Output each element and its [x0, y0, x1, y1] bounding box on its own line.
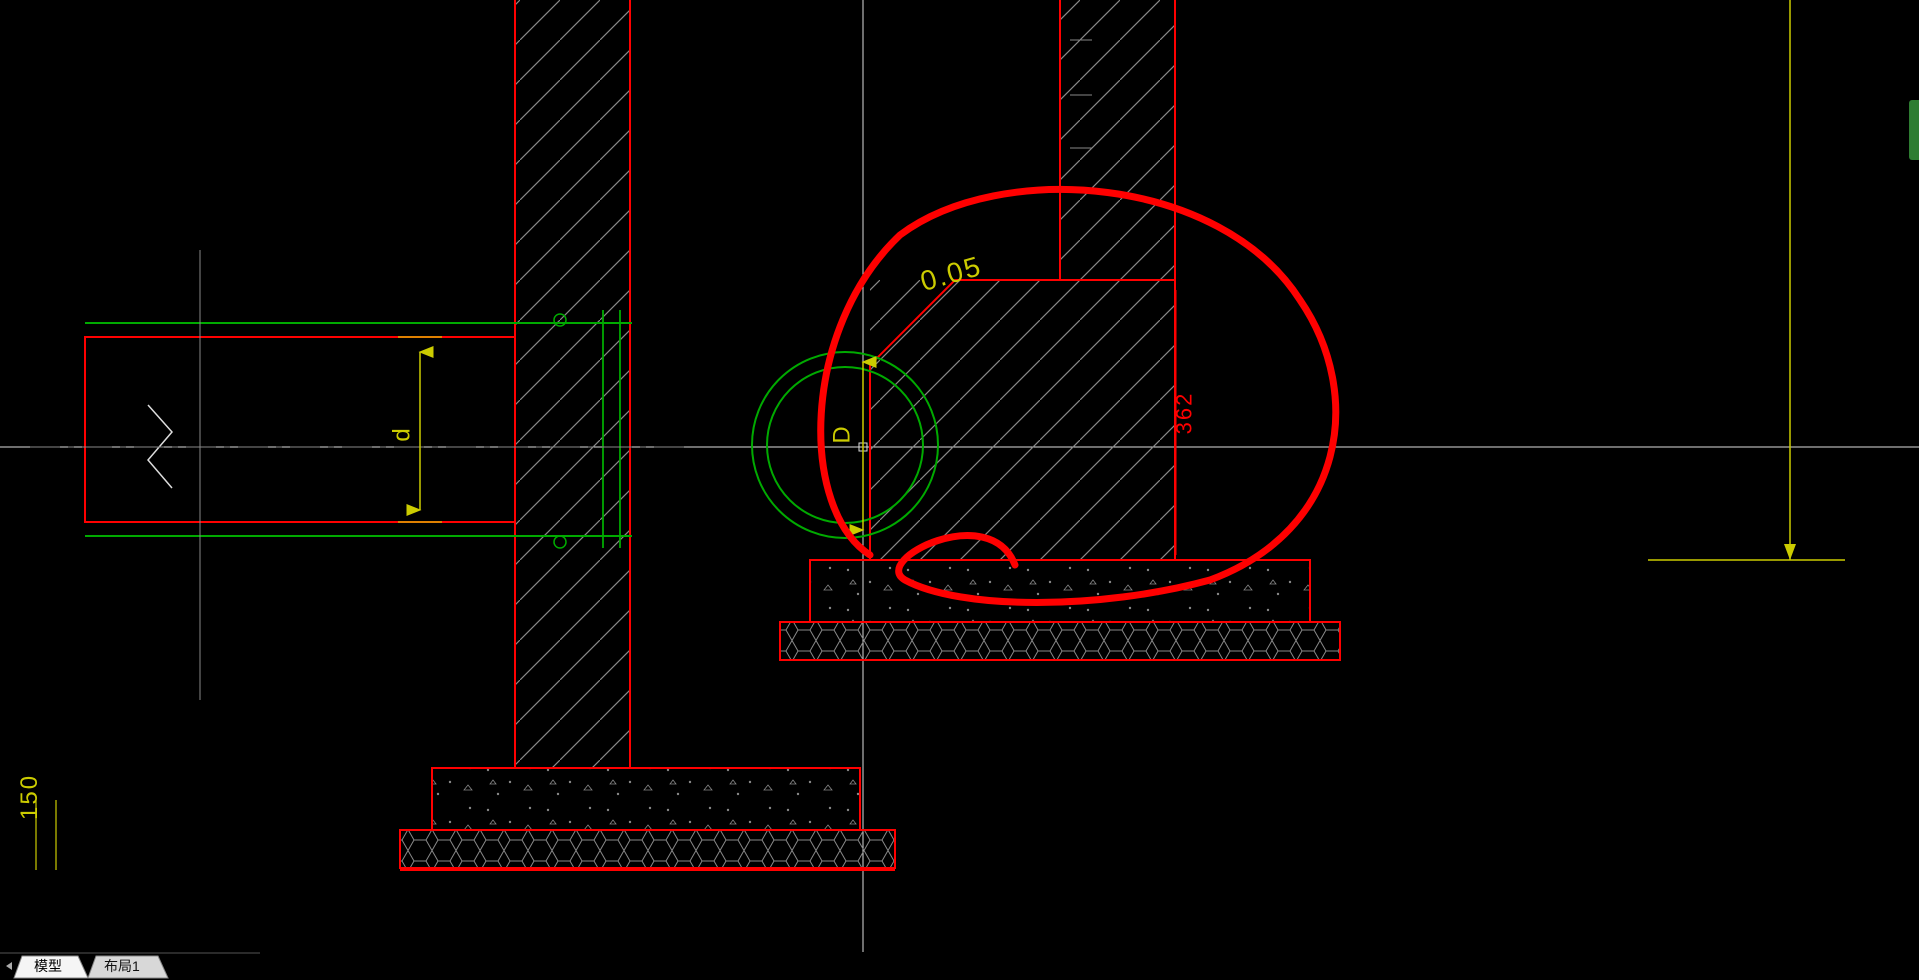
cad-viewport[interactable]: 150 d D 0.05 362 — [0, 0, 1919, 952]
dim-d: d — [389, 426, 417, 441]
tab-layout1[interactable]: 布局1 — [104, 956, 140, 976]
layout-tabs: 模型 布局1 — [0, 952, 1919, 980]
cad-drawing-svg — [0, 0, 1919, 952]
tab-model[interactable]: 模型 — [34, 956, 62, 976]
dim-150: 150 — [16, 774, 44, 820]
dim-D: D — [829, 424, 857, 443]
side-panel-handle[interactable] — [1909, 100, 1919, 160]
right-detail — [752, 0, 1340, 660]
right-section-line — [1648, 0, 1845, 560]
dim-362: 362 — [1171, 392, 1197, 435]
left-detail — [30, 0, 895, 870]
